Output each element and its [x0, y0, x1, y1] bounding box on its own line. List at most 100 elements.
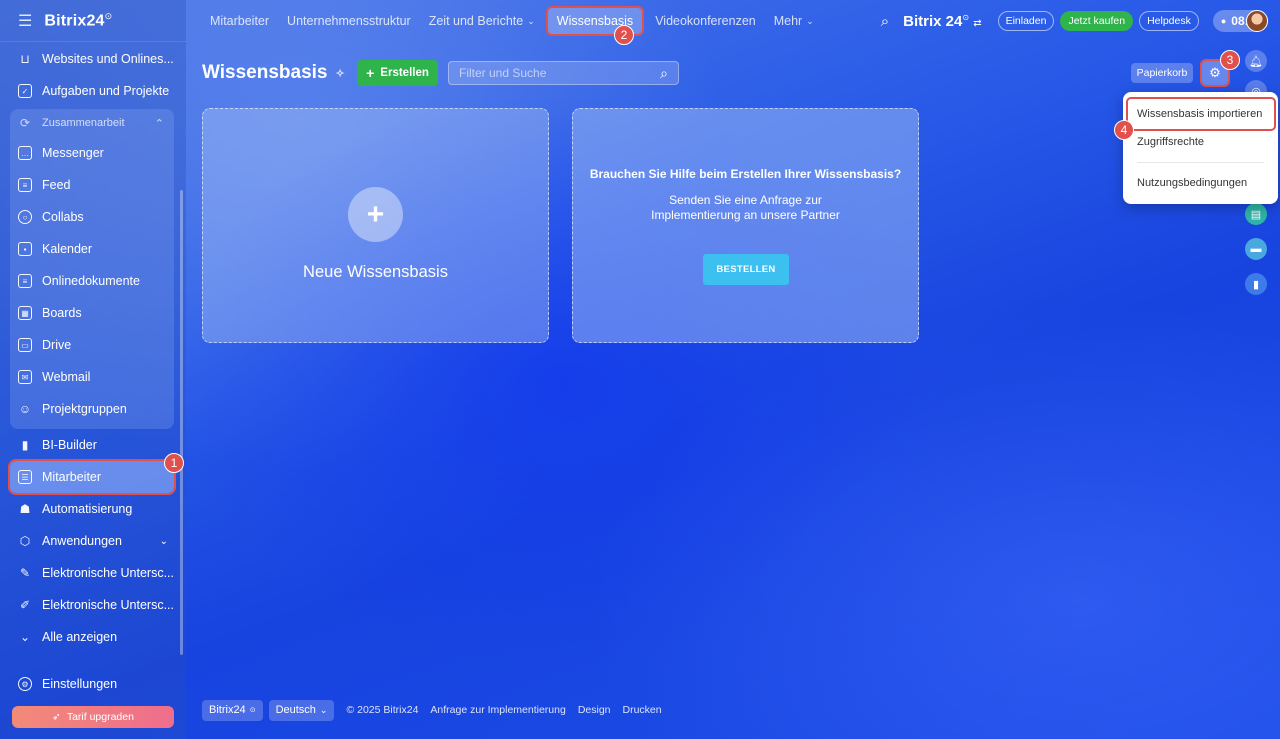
switch-icon: ⇄: [973, 17, 982, 29]
sidebar-item-employees[interactable]: ☰ Mitarbeiter: [8, 459, 176, 495]
top-navigation: Mitarbeiter Unternehmensstruktur Zeit un…: [186, 0, 1280, 42]
footer-link-design[interactable]: Design: [578, 704, 611, 716]
search-input[interactable]: [459, 66, 639, 80]
buy-now-button[interactable]: Jetzt kaufen: [1060, 11, 1134, 31]
new-knowledge-base-label: Neue Wissensbasis: [303, 263, 448, 281]
create-button[interactable]: + Erstellen: [357, 60, 438, 86]
calendar-icon: ▪: [18, 242, 32, 256]
sidebar-item-bi-builder[interactable]: ▮ BI-Builder: [0, 429, 186, 461]
help-card: Brauchen Sie Hilfe beim Erstellen Ihrer …: [572, 108, 919, 343]
help-title: Brauchen Sie Hilfe beim Erstellen Ihrer …: [589, 167, 902, 181]
sidebar-item-websites[interactable]: ⊔ Websites und Onlines...: [0, 43, 186, 75]
signature-pen-icon: ✐: [19, 598, 31, 612]
tab-more[interactable]: Mehr ⌄: [765, 8, 823, 34]
sidebar-item-calendar[interactable]: ▪ Kalender: [10, 233, 174, 265]
menu-item-access-rights[interactable]: Zugriffsrechte: [1137, 136, 1204, 148]
chevron-up-icon: ⌃: [154, 117, 164, 130]
gear-icon: ⚙: [18, 677, 32, 691]
sidebar-item-projectgroups[interactable]: ☺ Projektgruppen: [10, 393, 174, 425]
footer-link-print[interactable]: Drucken: [623, 704, 662, 716]
plus-icon: +: [348, 187, 403, 242]
sidebar-item-automation[interactable]: ☗ Automatisierung: [0, 493, 186, 525]
sidebar-item-boards[interactable]: ▦ Boards: [10, 297, 174, 329]
sidebar-header: ☰ Bitrix24⊙: [0, 0, 186, 42]
copyright: © 2025 Bitrix24: [346, 704, 419, 716]
footer-brand-button[interactable]: Bitrix24 ⊙: [202, 699, 263, 721]
page-title: Wissensbasis ✧: [202, 62, 345, 83]
bookmark-icon[interactable]: ▮: [1245, 273, 1267, 295]
help-text: Senden Sie eine Anfrage zur Implementier…: [651, 193, 840, 222]
avatar[interactable]: [1246, 10, 1268, 32]
sidebar: ☰ Bitrix24⊙ ⊔ Websites und Onlines... ✓ …: [0, 0, 186, 739]
new-knowledge-base-card[interactable]: + Neue Wissensbasis: [202, 108, 549, 343]
tab-employees[interactable]: Mitarbeiter: [186, 8, 278, 34]
search-icon[interactable]: ⌕: [881, 13, 889, 30]
signature-doc-icon: ✎: [19, 566, 31, 580]
helpdesk-button[interactable]: Helpdesk: [1139, 11, 1199, 31]
plus-icon: +: [366, 65, 375, 81]
invite-button[interactable]: Einladen: [997, 11, 1055, 31]
step-badge-2: 2: [614, 25, 634, 45]
tab-time-reports[interactable]: Zeit und Berichte ⌄: [420, 8, 544, 34]
filter-search-field[interactable]: ⌕: [448, 61, 679, 85]
robot-icon: ☗: [19, 502, 31, 516]
website-icon: ⊔: [20, 52, 30, 66]
chevron-down-icon: ⌄: [319, 704, 328, 715]
checkbox-icon: ✓: [18, 84, 32, 98]
tab-video-conferences[interactable]: Videokonferenzen: [646, 8, 765, 34]
sidebar-item-collabs[interactable]: ○ Collabs: [10, 201, 174, 233]
step-badge-1: 1: [164, 453, 184, 473]
gear-icon: ⚙: [1209, 65, 1221, 80]
news-icon[interactable]: ▤: [1245, 203, 1267, 225]
pin-icon[interactable]: ✧: [336, 67, 345, 80]
mail-icon: ✉: [18, 370, 32, 384]
employees-icon: ☰: [18, 470, 32, 484]
drive-icon: ▭: [18, 338, 32, 352]
sidebar-item-documents[interactable]: ≡ Onlinedokumente: [10, 265, 174, 297]
collab-group-icon: ⟳: [19, 116, 31, 130]
sidebar-scrollbar[interactable]: [180, 190, 183, 655]
upgrade-button[interactable]: ➶ Tarif upgraden: [12, 706, 174, 728]
bell-icon[interactable]: 🔔︎: [1245, 50, 1267, 72]
bitrix-logo[interactable]: Bitrix24⊙: [44, 11, 112, 30]
rocket-icon: ➶: [52, 711, 61, 723]
sidebar-group-header[interactable]: ⟳ Zusammenarbeit ⌃: [10, 109, 174, 137]
box-icon: ⬡: [19, 534, 31, 548]
sidebar-item-webmail[interactable]: ✉ Webmail: [10, 361, 174, 393]
sidebar-item-show-all[interactable]: ⌄ Alle anzeigen: [0, 621, 186, 653]
collabs-icon: ○: [18, 210, 32, 224]
feed-icon: ≡: [18, 178, 32, 192]
menu-item-import[interactable]: Wissensbasis importieren: [1126, 97, 1276, 131]
footer-link-implementation[interactable]: Anfrage zur Implementierung: [430, 704, 565, 716]
menu-icon[interactable]: ☰: [18, 11, 32, 31]
menu-divider: [1137, 162, 1264, 163]
chevron-down-icon: ⌄: [159, 535, 168, 547]
chat-icon: …: [18, 146, 32, 160]
tab-company-structure[interactable]: Unternehmensstruktur: [278, 8, 420, 34]
sidebar-item-tasks[interactable]: ✓ Aufgaben und Projekte: [0, 75, 186, 107]
sidebar-item-esign-2[interactable]: ✐ Elektronische Untersc...: [0, 589, 186, 621]
sidebar-item-drive[interactable]: ▭ Drive: [10, 329, 174, 361]
bitrix-header-logo[interactable]: Bitrix 24⊙ ⇄: [903, 13, 981, 30]
search-icon[interactable]: ⌕: [660, 65, 668, 82]
sidebar-item-applications[interactable]: ⬡ Anwendungen ⌄: [0, 525, 186, 557]
settings-dropdown: Wissensbasis importieren Zugriffsrechte …: [1123, 92, 1278, 204]
group-icon: ☺: [18, 402, 32, 416]
board-icon: ▦: [18, 306, 32, 320]
language-select[interactable]: Deutsch ⌄: [268, 699, 335, 721]
clock-icon: ●: [1220, 16, 1227, 26]
trash-button[interactable]: Papierkorb: [1131, 63, 1193, 83]
chart-icon: ▮: [21, 438, 29, 452]
chevron-down-icon: ⌄: [527, 15, 535, 26]
sidebar-group-collaboration: ⟳ Zusammenarbeit ⌃ … Messenger ≡ Feed ○ C…: [10, 109, 174, 429]
sidebar-item-feed[interactable]: ≡ Feed: [10, 169, 174, 201]
sidebar-item-esign-1[interactable]: ✎ Elektronische Untersc...: [0, 557, 186, 589]
chat-bubble-icon[interactable]: ▬: [1245, 238, 1267, 260]
document-icon: ≡: [18, 274, 32, 288]
chevron-down-icon: ⌄: [806, 15, 814, 26]
menu-item-terms[interactable]: Nutzungsbedingungen: [1137, 177, 1247, 189]
order-button[interactable]: BESTELLEN: [703, 254, 789, 285]
sidebar-item-settings[interactable]: ⚙ Einstellungen: [0, 668, 186, 700]
sidebar-item-messenger[interactable]: … Messenger: [10, 137, 174, 169]
step-badge-4: 4: [1114, 120, 1134, 140]
